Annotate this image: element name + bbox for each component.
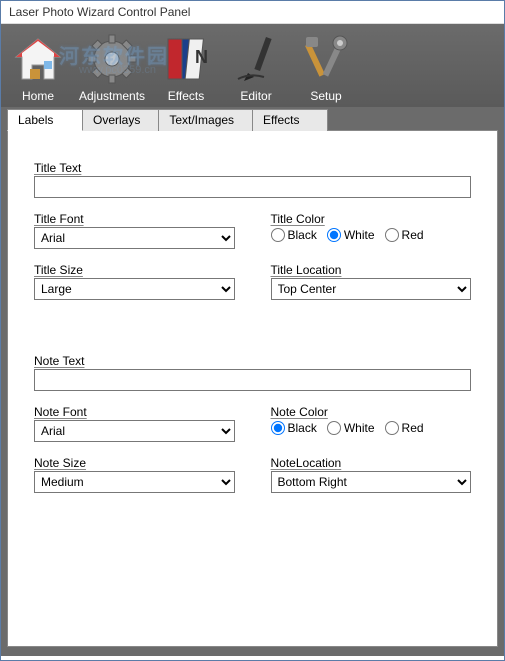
note-size-label: Note Size xyxy=(34,456,235,470)
main-toolbar: 河东软件园 www.pc0359.cn Home xyxy=(1,24,504,107)
toolbar-label: Editor xyxy=(240,89,271,103)
window-titlebar: Laser Photo Wizard Control Panel xyxy=(1,1,504,24)
note-color-black[interactable]: Black xyxy=(271,421,317,435)
tab-overlays[interactable]: Overlays xyxy=(82,109,159,131)
toolbar-label: Home xyxy=(22,89,54,103)
tab-text-images[interactable]: Text/Images xyxy=(158,109,253,131)
title-size-label: Title Size xyxy=(34,263,235,277)
svg-text:N: N xyxy=(195,47,208,67)
note-color-radios: Black White Red xyxy=(271,421,472,435)
note-font-label: Note Font xyxy=(34,405,235,419)
title-color-white[interactable]: White xyxy=(327,228,375,242)
note-color-red[interactable]: Red xyxy=(385,421,424,435)
window-title: Laser Photo Wizard Control Panel xyxy=(9,5,190,19)
tab-labels[interactable]: Labels xyxy=(7,109,83,131)
note-location-label: NoteLocation xyxy=(271,456,472,470)
toolbar-adjustments-button[interactable]: Adjustments xyxy=(77,28,147,105)
toolbar-setup-button[interactable]: Setup xyxy=(295,28,357,105)
title-color-red[interactable]: Red xyxy=(385,228,424,242)
book-icon: N xyxy=(157,30,215,88)
tab-effects[interactable]: Effects xyxy=(252,109,328,131)
toolbar-editor-button[interactable]: Editor xyxy=(225,28,287,105)
note-size-select[interactable]: Medium xyxy=(34,471,235,493)
gear-icon xyxy=(83,30,141,88)
title-location-select[interactable]: Top Center xyxy=(271,278,472,300)
labels-panel: Title Text Title Font Arial Title Color … xyxy=(7,130,498,647)
title-font-select[interactable]: Arial xyxy=(34,227,235,249)
toolbar-home-button[interactable]: Home xyxy=(7,28,69,105)
note-location-select[interactable]: Bottom Right xyxy=(271,471,472,493)
note-color-label: Note Color xyxy=(271,405,472,419)
title-text-input[interactable] xyxy=(34,176,471,198)
tools-icon xyxy=(297,30,355,88)
tab-bar: Labels Overlays Text/Images Effects xyxy=(7,107,498,131)
title-color-label: Title Color xyxy=(271,212,472,226)
toolbar-label: Setup xyxy=(310,89,341,103)
note-text-input[interactable] xyxy=(34,369,471,391)
title-color-black[interactable]: Black xyxy=(271,228,317,242)
home-icon xyxy=(9,30,67,88)
note-text-label: Note Text xyxy=(34,354,471,368)
toolbar-label: Adjustments xyxy=(79,89,145,103)
note-font-select[interactable]: Arial xyxy=(34,420,235,442)
toolbar-effects-button[interactable]: N Effects xyxy=(155,28,217,105)
title-location-label: Title Location xyxy=(271,263,472,277)
title-text-label: Title Text xyxy=(34,161,471,175)
note-color-white[interactable]: White xyxy=(327,421,375,435)
title-color-radios: Black White Red xyxy=(271,228,472,242)
title-size-select[interactable]: Large xyxy=(34,278,235,300)
title-font-label: Title Font xyxy=(34,212,235,226)
pen-icon xyxy=(227,30,285,88)
toolbar-label: Effects xyxy=(168,89,204,103)
